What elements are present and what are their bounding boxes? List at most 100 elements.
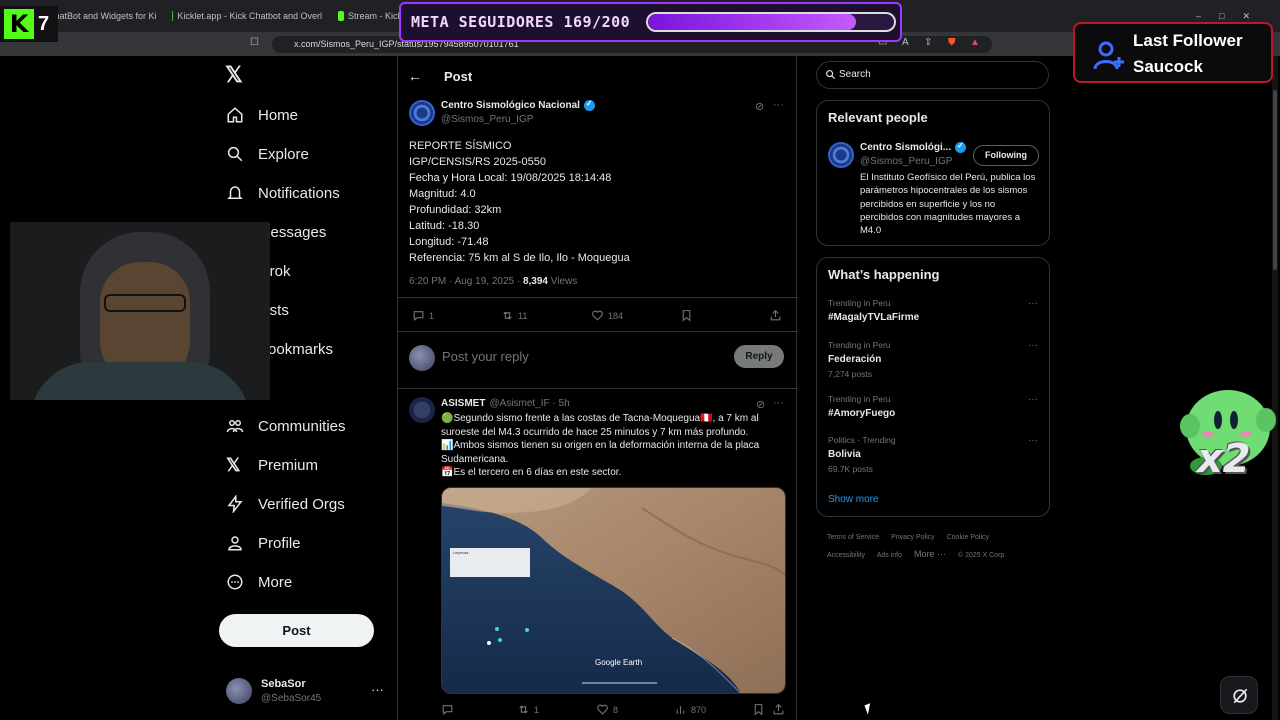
- show-more-link[interactable]: Show more: [828, 494, 879, 505]
- last-follower-widget: Last Follower Saucock: [1073, 22, 1273, 83]
- last-follower-title: Last Follower: [1133, 31, 1243, 50]
- scrollbar-thumb[interactable]: [1273, 90, 1277, 270]
- footer-link[interactable]: Terms of Service: [827, 534, 879, 541]
- screen: ChatBot and Widgets for Ki Kicklet.app -…: [0, 0, 1280, 720]
- nav-notifications[interactable]: Notifications: [226, 178, 340, 208]
- grok-icon[interactable]: ⊘: [756, 398, 765, 411]
- share-button[interactable]: [772, 703, 785, 716]
- heart-icon: [592, 310, 603, 321]
- avatar[interactable]: [409, 397, 435, 423]
- lightning-icon: [227, 495, 243, 513]
- nav-more[interactable]: More: [226, 567, 292, 597]
- bookmark-button[interactable]: [752, 703, 765, 716]
- views-count: 870: [691, 704, 707, 715]
- nav-communities[interactable]: Communities: [226, 411, 346, 441]
- nav-label: Profile: [258, 534, 301, 552]
- tweet-author[interactable]: Centro Sismológico Nacional: [441, 99, 595, 111]
- nav-verified-orgs[interactable]: Verified Orgs: [226, 489, 345, 519]
- search-input[interactable]: Search: [816, 61, 1049, 89]
- tweet-line: 🟢Segundo sismo frente a las costas de Ta…: [441, 413, 759, 438]
- person-name[interactable]: Centro Sismológi...: [860, 141, 967, 153]
- reply-submit-button[interactable]: Reply: [734, 345, 784, 368]
- tab-title: ChatBot and Widgets for Ki: [48, 11, 157, 21]
- page-title: Post: [444, 68, 473, 84]
- more-dots-icon[interactable]: ···: [773, 397, 784, 409]
- nav-profile[interactable]: Profile: [226, 528, 301, 558]
- map-image[interactable]: Leyenda Google Earth: [441, 487, 786, 694]
- grok-icon[interactable]: ⊘: [755, 100, 764, 113]
- webcam-overlay: [10, 222, 270, 400]
- browser-tab[interactable]: Stream - Kick: [338, 6, 402, 26]
- more-dots-icon[interactable]: ···: [773, 99, 784, 111]
- divider: [398, 331, 798, 332]
- views-button[interactable]: 870: [674, 703, 706, 716]
- more-dots-icon[interactable]: ···: [1028, 435, 1038, 446]
- reply-button[interactable]: 1: [412, 309, 434, 322]
- translate-icon[interactable]: A: [902, 37, 909, 48]
- search-icon: [227, 146, 243, 162]
- author-name: Centro Sismológico Nacional: [441, 100, 580, 111]
- footer-link[interactable]: Privacy Policy: [891, 534, 935, 541]
- account-switcher[interactable]: SebaSor @SebaSor45 ···: [226, 676, 386, 708]
- retweet-count: 11: [518, 310, 528, 321]
- footer-link[interactable]: Ads info: [877, 552, 902, 559]
- more-dots-icon[interactable]: ···: [1028, 340, 1038, 351]
- trend-item[interactable]: Trending in Peru #AmoryFuego ···: [828, 394, 1038, 419]
- browser-tab[interactable]: ChatBot and Widgets for Ki: [48, 6, 160, 26]
- nav-label: Home: [258, 106, 299, 124]
- grok-float-button[interactable]: [1220, 676, 1258, 714]
- following-button[interactable]: Following: [973, 145, 1039, 166]
- tweet-author[interactable]: ASISMET @Asismet_IF · 5h: [441, 398, 570, 409]
- nav-home[interactable]: Home: [226, 100, 298, 130]
- nav-premium[interactable]: 𝕏 Premium: [226, 450, 318, 480]
- trend-item[interactable]: Trending in Peru Federación 7,274 posts …: [828, 340, 1038, 379]
- brave-shield-icon[interactable]: ⛊: [948, 37, 956, 48]
- last-follower-name: Saucock: [1133, 57, 1203, 76]
- avatar: [409, 345, 435, 371]
- tweet-timestamp[interactable]: 6:20 PM · Aug 19, 2025 ·: [409, 276, 523, 287]
- footer-link[interactable]: More ···: [914, 549, 946, 559]
- more-dots-icon[interactable]: ···: [1028, 394, 1038, 405]
- retweet-count: 1: [534, 704, 540, 715]
- retweet-button[interactable]: 1: [517, 703, 539, 716]
- author-handle[interactable]: @Sismos_Peru_IGP: [441, 114, 533, 125]
- bookmark-button[interactable]: [680, 309, 693, 322]
- footer-link[interactable]: Cookie Policy: [947, 534, 989, 541]
- verified-badge-icon: [955, 141, 967, 153]
- like-button[interactable]: 184: [591, 309, 623, 322]
- author-name: ASISMET: [441, 398, 486, 409]
- share-button[interactable]: [769, 309, 782, 322]
- goal-progress-fill: [648, 14, 856, 30]
- like-button[interactable]: 8: [596, 703, 618, 716]
- webcam-glasses: [104, 294, 186, 312]
- nav-label: Verified Orgs: [258, 495, 345, 513]
- x-logo-icon[interactable]: 𝕏: [225, 62, 243, 88]
- avatar[interactable]: [828, 142, 854, 168]
- more-circle-icon: [227, 574, 243, 590]
- reply-input[interactable]: Post your reply: [442, 349, 529, 364]
- share-icon: [773, 703, 784, 715]
- account-handle: @SebaSor45: [261, 693, 322, 704]
- goal-label: META SEGUIDORES 169/200: [411, 13, 631, 31]
- more-dots-icon[interactable]: ···: [1028, 298, 1038, 309]
- kick-icon: [338, 11, 344, 21]
- nav-explore[interactable]: Explore: [226, 139, 309, 169]
- trend-item[interactable]: Trending in Peru #MagalyTVLaFirme ···: [828, 298, 1038, 323]
- bookmark-icon[interactable]: ☐: [250, 37, 259, 48]
- trend-item[interactable]: Politics · Trending Bolivia 69.7K posts …: [828, 435, 1038, 474]
- tab-title: Kicklet.app - Kick Chatbot and Overl: [177, 11, 322, 21]
- account-name: SebaSor: [261, 678, 306, 690]
- share-icon[interactable]: ⇪: [924, 37, 932, 48]
- reply-button[interactable]: [441, 703, 454, 716]
- post-button[interactable]: Post: [219, 614, 374, 647]
- divider: [398, 388, 798, 389]
- person-handle[interactable]: @Sismos_Peru_IGP: [860, 156, 952, 167]
- brave-rewards-icon[interactable]: ▲: [970, 37, 980, 48]
- avatar[interactable]: [409, 100, 435, 126]
- footer-link[interactable]: Accessibility: [827, 552, 865, 559]
- back-arrow-icon[interactable]: ←: [408, 68, 422, 84]
- trend-context: Trending in Peru: [828, 394, 891, 404]
- retweet-button[interactable]: 11: [501, 309, 527, 322]
- browser-tab[interactable]: Kicklet.app - Kick Chatbot and Overl: [172, 6, 322, 26]
- add-user-icon: [1093, 41, 1124, 70]
